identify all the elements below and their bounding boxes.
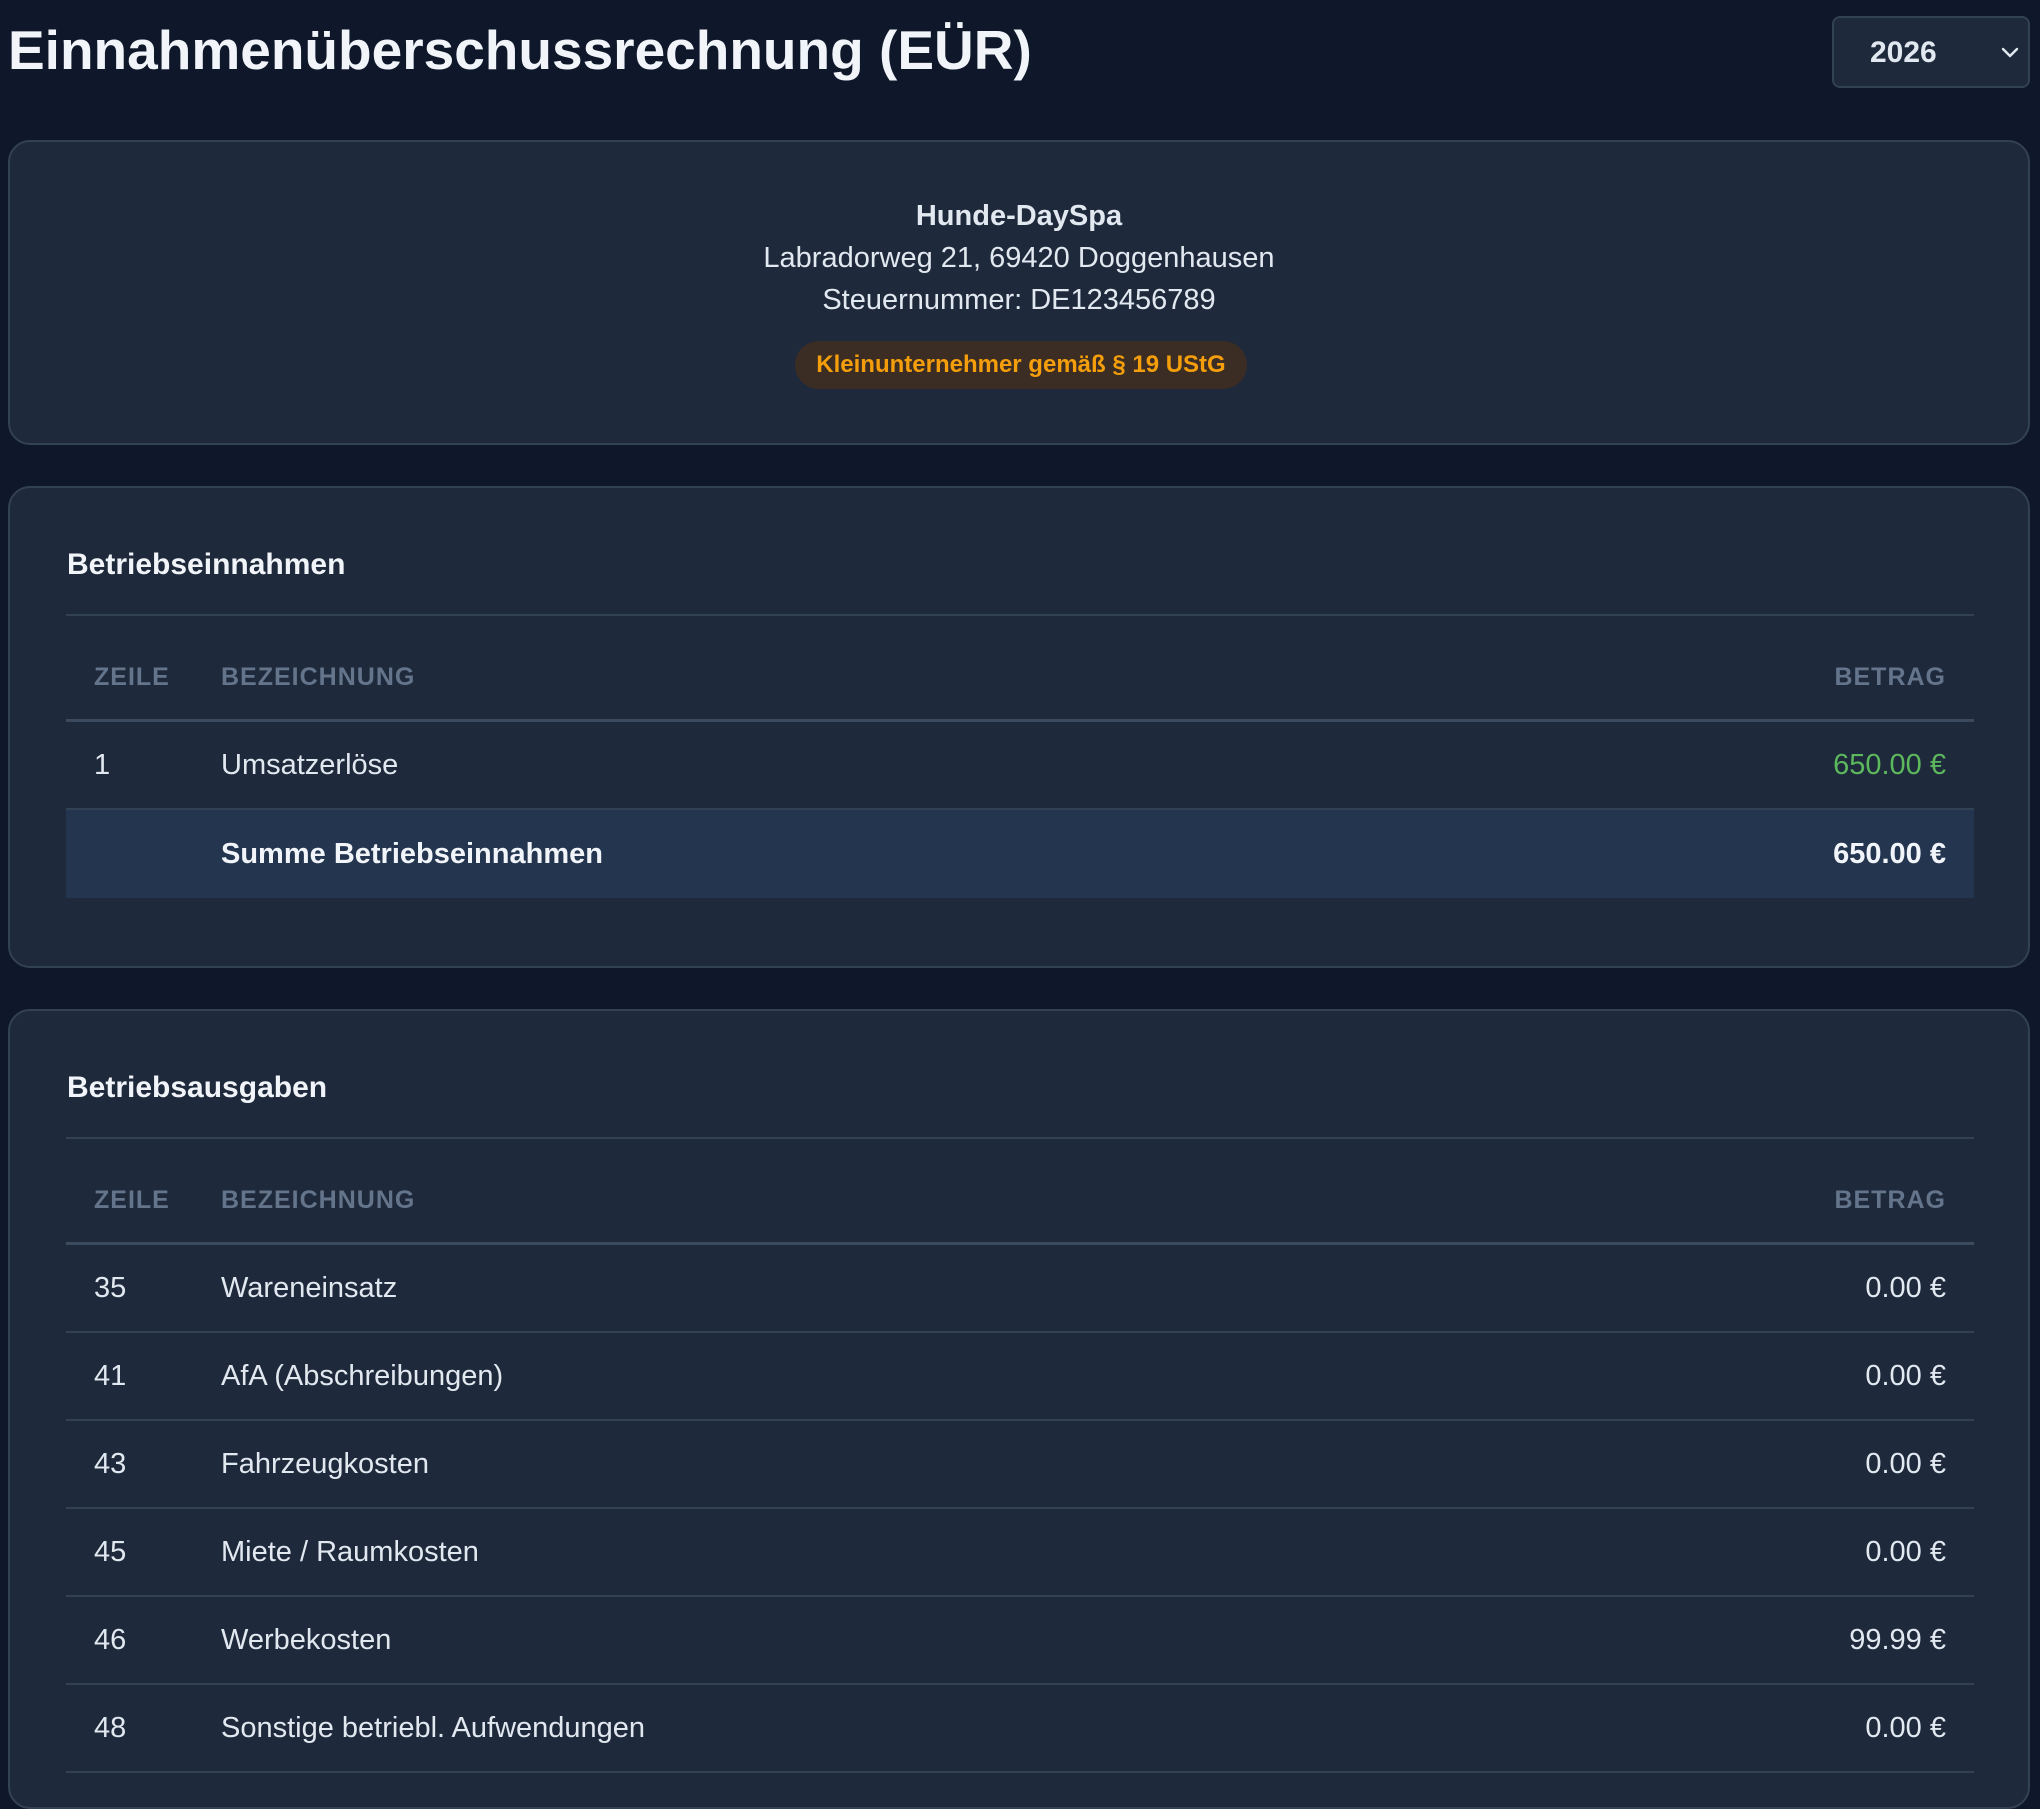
expenses-section: Betriebsausgaben ZEILE BEZEICHNUNG BETRA… bbox=[8, 1009, 2030, 1809]
table-row: 35 Wareneinsatz 0.00 € bbox=[66, 1245, 1974, 1333]
row-line-number: 48 bbox=[94, 1711, 127, 1744]
row-description: Fahrzeugkosten bbox=[221, 1447, 429, 1480]
page-header: Einnahmenüberschussrechnung (EÜR) 2026 bbox=[8, 16, 2030, 90]
row-description: Sonstige betriebl. Aufwendungen bbox=[221, 1711, 646, 1744]
row-line-number: 46 bbox=[94, 1623, 127, 1656]
row-amount: 0.00 € bbox=[1865, 1535, 1946, 1568]
row-description: Wareneinsatz bbox=[221, 1271, 398, 1304]
column-header-line: ZEILE bbox=[94, 1186, 170, 1214]
row-line-number: 1 bbox=[94, 748, 111, 781]
row-amount: 0.00 € bbox=[1865, 1447, 1946, 1480]
income-table: ZEILE BEZEICHNUNG BETRAG 1 Umsatzerlöse … bbox=[66, 636, 1974, 898]
table-row: 43 Fahrzeugkosten 0.00 € bbox=[66, 1421, 1974, 1509]
row-line-number: 45 bbox=[94, 1535, 127, 1568]
row-line-number: 41 bbox=[94, 1359, 127, 1392]
total-label: Summe Betriebseinnahmen bbox=[221, 837, 603, 870]
table-header-row: ZEILE BEZEICHNUNG BETRAG bbox=[66, 636, 1974, 722]
table-header-row: ZEILE BEZEICHNUNG BETRAG bbox=[66, 1159, 1974, 1245]
page-title: Einnahmenüberschussrechnung (EÜR) bbox=[8, 19, 1032, 81]
total-row: Summe Betriebseinnahmen 650.00 € bbox=[66, 810, 1974, 898]
table-row: 48 Sonstige betriebl. Aufwendungen 0.00 … bbox=[66, 1685, 1974, 1773]
year-select[interactable]: 2026 bbox=[1832, 16, 2030, 88]
table-row: 41 AfA (Abschreibungen) 0.00 € bbox=[66, 1333, 1974, 1421]
row-amount: 0.00 € bbox=[1865, 1711, 1946, 1744]
company-name: Hunde-DaySpa bbox=[915, 200, 1123, 232]
status-badge: Kleinunternehmer gemäß § 19 UStG bbox=[795, 341, 1247, 389]
column-header-description: BEZEICHNUNG bbox=[221, 663, 416, 691]
column-header-description: BEZEICHNUNG bbox=[221, 1186, 416, 1214]
row-description: AfA (Abschreibungen) bbox=[221, 1359, 504, 1392]
income-section: Betriebseinnahmen ZEILE BEZEICHNUNG BETR… bbox=[8, 486, 2030, 968]
row-description: Umsatzerlöse bbox=[221, 748, 399, 781]
section-title: Betriebsausgaben bbox=[67, 1071, 328, 1104]
row-amount: 650.00 € bbox=[1833, 748, 1946, 781]
row-amount: 0.00 € bbox=[1865, 1359, 1946, 1392]
table-row: 46 Werbekosten 99.99 € bbox=[66, 1597, 1974, 1685]
divider bbox=[66, 1137, 1974, 1139]
divider bbox=[66, 614, 1974, 616]
row-description: Miete / Raumkosten bbox=[221, 1535, 479, 1568]
row-line-number: 43 bbox=[94, 1447, 127, 1480]
column-header-line: ZEILE bbox=[94, 663, 170, 691]
row-amount: 0.00 € bbox=[1865, 1271, 1946, 1304]
column-header-amount: BETRAG bbox=[1834, 1186, 1946, 1214]
total-amount: 650.00 € bbox=[1833, 837, 1946, 870]
table-row: 1 Umsatzerlöse 650.00 € bbox=[66, 722, 1974, 810]
row-amount: 99.99 € bbox=[1849, 1623, 1946, 1656]
section-title: Betriebseinnahmen bbox=[67, 548, 346, 581]
row-line-number: 35 bbox=[94, 1271, 127, 1304]
expenses-table: ZEILE BEZEICHNUNG BETRAG 35 Wareneinsatz… bbox=[66, 1159, 1974, 1773]
row-description: Werbekosten bbox=[221, 1623, 392, 1656]
year-select-value: 2026 bbox=[1870, 36, 1937, 69]
chevron-down-icon bbox=[2001, 47, 2019, 58]
column-header-amount: BETRAG bbox=[1834, 663, 1946, 691]
company-card: Hunde-DaySpa Labradorweg 21, 69420 Dogge… bbox=[8, 140, 2030, 445]
company-tax-id: Steuernummer: DE123456789 bbox=[822, 284, 1216, 316]
company-address: Labradorweg 21, 69420 Doggenhausen bbox=[763, 242, 1275, 274]
table-row: 45 Miete / Raumkosten 0.00 € bbox=[66, 1509, 1974, 1597]
